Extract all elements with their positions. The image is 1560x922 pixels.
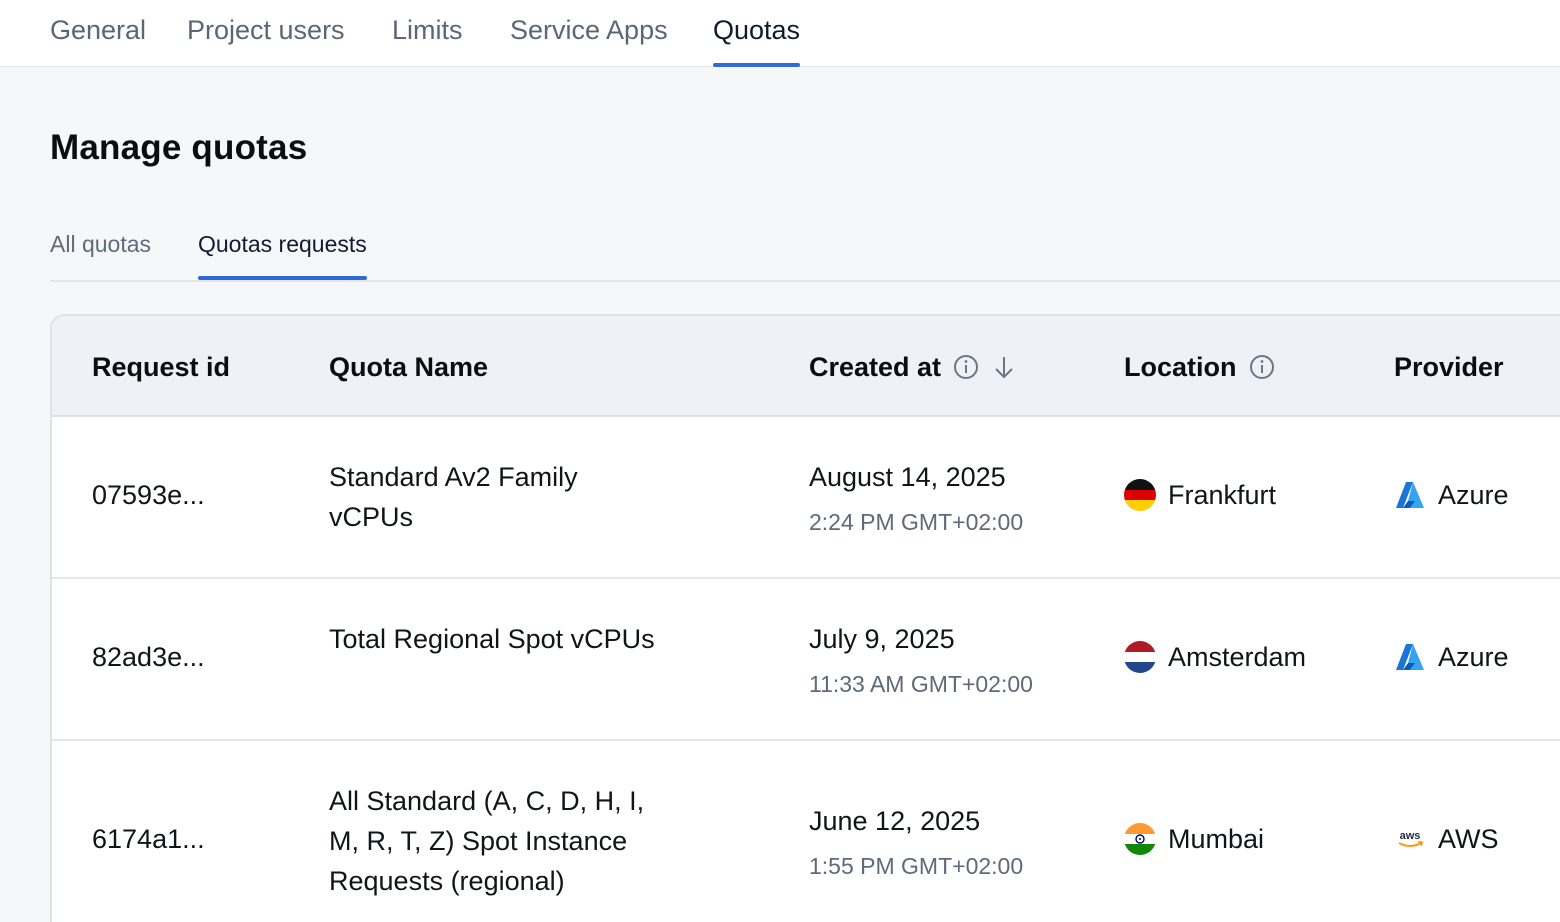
table-row[interactable]: 6174a1... All Standard (A, C, D, H, I, M… [52, 741, 1560, 922]
tab-project-users[interactable]: Project users [187, 12, 345, 67]
germany-flag-icon [1124, 479, 1156, 511]
tab-all-quotas[interactable]: All quotas [50, 230, 151, 280]
info-icon[interactable] [953, 354, 979, 380]
created-date: July 9, 2025 [809, 624, 955, 654]
column-header-location: Location [1124, 350, 1275, 384]
location-cell: Frankfurt [1124, 479, 1276, 511]
column-header-label: Provider [1394, 352, 1504, 382]
provider-cell: aws AWS [1394, 823, 1499, 855]
column-header-provider: Provider [1394, 350, 1504, 384]
page-title: Manage quotas [50, 128, 308, 167]
aws-logo-text: aws [1400, 830, 1421, 842]
provider-cell: Azure [1394, 479, 1509, 511]
quota-requests-table: Request id Quota Name Created at Locatio… [50, 314, 1560, 922]
table-header: Request id Quota Name Created at Locatio… [52, 316, 1560, 417]
location-label: Frankfurt [1168, 479, 1277, 510]
provider-label: AWS [1438, 823, 1499, 854]
tab-quotas-requests[interactable]: Quotas requests [198, 230, 367, 280]
provider-label: Azure [1438, 641, 1509, 672]
india-flag-icon [1124, 823, 1156, 855]
request-id: 6174a1... [92, 824, 205, 854]
tab-quotas[interactable]: Quotas [713, 12, 801, 67]
column-header-label: Created at [809, 352, 942, 382]
sort-descending-icon[interactable] [991, 353, 1017, 381]
tab-service-apps[interactable]: Service Apps [510, 12, 668, 67]
quota-name: All Standard (A, C, D, H, I, M, R, T, Z)… [329, 786, 645, 896]
tab-limits[interactable]: Limits [392, 12, 463, 67]
column-header-request-id: Request id [92, 350, 230, 384]
tab-general[interactable]: General [50, 12, 146, 67]
quota-name: Standard Av2 Family vCPUs [329, 462, 578, 532]
netherlands-flag-icon [1124, 641, 1156, 673]
column-header-label: Quota Name [329, 352, 489, 382]
azure-logo-icon [1394, 641, 1426, 673]
table-row[interactable]: 82ad3e... Total Regional Spot vCPUs July… [52, 579, 1560, 741]
request-id: 82ad3e... [92, 642, 205, 672]
info-icon[interactable] [1249, 354, 1275, 380]
quota-name: Total Regional Spot vCPUs [329, 624, 655, 654]
request-id: 07593e... [92, 480, 205, 510]
column-header-label: Request id [92, 352, 231, 382]
location-cell: Amsterdam [1124, 641, 1306, 673]
created-time: 1:55 PM GMT+02:00 [809, 853, 1024, 879]
table-row[interactable]: 07593e... Standard Av2 Family vCPUs Augu… [52, 417, 1560, 579]
column-header-quota-name: Quota Name [329, 350, 488, 384]
aws-logo-icon: aws [1394, 823, 1426, 855]
created-time: 11:33 AM GMT+02:00 [809, 671, 1033, 697]
azure-logo-icon [1394, 479, 1426, 511]
location-cell: Mumbai [1124, 823, 1264, 855]
created-time: 2:24 PM GMT+02:00 [809, 509, 1024, 535]
sub-tab-bar: All quotas Quotas requests [50, 222, 1560, 282]
top-tab-bar: General Project users Limits Service App… [0, 0, 1560, 67]
location-label: Mumbai [1168, 823, 1265, 854]
column-header-created-at[interactable]: Created at [809, 350, 1017, 384]
location-label: Amsterdam [1168, 641, 1307, 672]
created-date: August 14, 2025 [809, 462, 1006, 492]
column-header-label: Location [1124, 352, 1237, 382]
provider-cell: Azure [1394, 641, 1509, 673]
created-date: June 12, 2025 [809, 806, 981, 836]
provider-label: Azure [1438, 479, 1509, 510]
